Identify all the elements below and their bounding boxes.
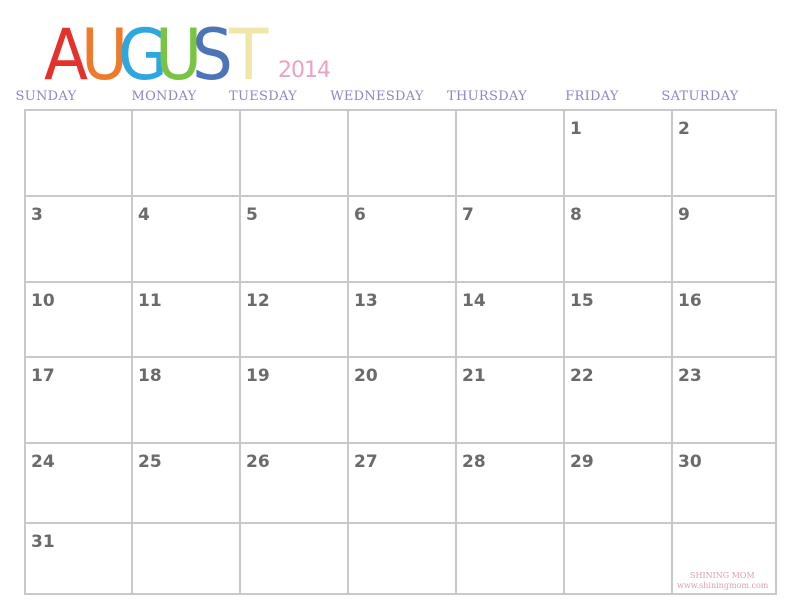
- day-number: 11: [138, 291, 162, 311]
- day-number: 17: [31, 366, 55, 386]
- day-number: 10: [31, 291, 55, 311]
- day-cell[interactable]: [133, 111, 241, 197]
- day-number: 14: [462, 291, 486, 311]
- day-cell[interactable]: [241, 111, 349, 197]
- day-number: 4: [138, 205, 150, 225]
- day-cell[interactable]: [457, 524, 565, 593]
- day-number: 27: [354, 452, 378, 472]
- day-cell[interactable]: 30: [673, 444, 775, 524]
- day-cell[interactable]: 24: [26, 444, 133, 524]
- weekday-label: FRIDAY: [565, 89, 619, 104]
- day-cell[interactable]: 11: [133, 283, 241, 358]
- month-title-letter: T: [229, 14, 269, 96]
- credit-url: www.shiningmom.com: [677, 581, 769, 590]
- day-cell[interactable]: 17: [26, 358, 133, 444]
- day-cell[interactable]: 20: [349, 358, 457, 444]
- day-cell[interactable]: [565, 524, 673, 593]
- day-number: 16: [678, 291, 702, 311]
- weekday-label: SUNDAY: [15, 89, 77, 104]
- day-cell[interactable]: 22: [565, 358, 673, 444]
- day-number: 18: [138, 366, 162, 386]
- day-cell[interactable]: 28: [457, 444, 565, 524]
- day-number: 15: [570, 291, 594, 311]
- day-number: 5: [246, 205, 258, 225]
- day-number: 22: [570, 366, 594, 386]
- month-title-letter: A: [44, 14, 89, 96]
- month-title-letter: U: [155, 14, 203, 96]
- day-cell[interactable]: 27: [349, 444, 457, 524]
- day-cell[interactable]: 5: [241, 197, 349, 283]
- day-number: 9: [678, 205, 690, 225]
- day-number: 13: [354, 291, 378, 311]
- day-cell[interactable]: 23: [673, 358, 775, 444]
- credit-brand: SHINING MOM: [690, 571, 755, 580]
- day-number: 26: [246, 452, 270, 472]
- day-number: 28: [462, 452, 486, 472]
- day-cell[interactable]: 10: [26, 283, 133, 358]
- day-number: 21: [462, 366, 486, 386]
- day-cell[interactable]: 18: [133, 358, 241, 444]
- day-number: 25: [138, 452, 162, 472]
- year-label: 2014: [278, 58, 331, 83]
- day-cell[interactable]: 8: [565, 197, 673, 283]
- day-cell[interactable]: 21: [457, 358, 565, 444]
- day-cell[interactable]: [133, 524, 241, 593]
- day-cell[interactable]: 15: [565, 283, 673, 358]
- day-cell[interactable]: 7: [457, 197, 565, 283]
- day-cell[interactable]: 16: [673, 283, 775, 358]
- weekday-header-row: SUNDAY MONDAY TUESDAY WEDNESDAY THURSDAY FRID…: [16, 89, 778, 107]
- day-cell[interactable]: 4: [133, 197, 241, 283]
- day-cell[interactable]: [457, 111, 565, 197]
- day-cell[interactable]: 2: [673, 111, 775, 197]
- day-number: 20: [354, 366, 378, 386]
- weekday-label: SATURDAY: [661, 89, 739, 104]
- day-cell[interactable]: 12: [241, 283, 349, 358]
- day-cell[interactable]: 26: [241, 444, 349, 524]
- day-number: 23: [678, 366, 702, 386]
- day-cell[interactable]: 14: [457, 283, 565, 358]
- weekday-label: THURSDAY: [447, 89, 527, 104]
- day-number: 29: [570, 452, 594, 472]
- day-cell[interactable]: 1: [565, 111, 673, 197]
- day-number: 3: [31, 205, 43, 225]
- day-number: 12: [246, 291, 270, 311]
- day-number: 2: [678, 119, 690, 139]
- day-number: 24: [31, 452, 55, 472]
- month-title-letter: G: [118, 14, 168, 96]
- month-title-letter: S: [192, 14, 233, 96]
- day-number: 31: [31, 532, 55, 552]
- day-number: 19: [246, 366, 270, 386]
- weekday-label: TUESDAY: [229, 89, 297, 104]
- day-cell[interactable]: [26, 111, 133, 197]
- day-cell[interactable]: 13: [349, 283, 457, 358]
- day-cell[interactable]: 19: [241, 358, 349, 444]
- day-cell[interactable]: 31: [26, 524, 133, 593]
- weekday-label: WEDNESDAY: [330, 89, 424, 104]
- day-cell[interactable]: 3: [26, 197, 133, 283]
- day-cell[interactable]: 25: [133, 444, 241, 524]
- day-cell[interactable]: 9: [673, 197, 775, 283]
- calendar-grid: 1 2 3 4 5 6 7 8 9 10 11 12 13 14 15 16 17 18 19 20 21 22 23 24 2…: [24, 109, 777, 595]
- day-cell[interactable]: [349, 524, 457, 593]
- month-title-letter: U: [81, 14, 129, 96]
- day-number: 1: [570, 119, 582, 139]
- day-number: 6: [354, 205, 366, 225]
- day-cell[interactable]: 6: [349, 197, 457, 283]
- weekday-label: MONDAY: [131, 89, 197, 104]
- day-number: 7: [462, 205, 474, 225]
- day-cell[interactable]: [241, 524, 349, 593]
- month-title: AUGUST: [44, 14, 269, 96]
- day-cell[interactable]: 29: [565, 444, 673, 524]
- day-number: 8: [570, 205, 582, 225]
- day-number: 30: [678, 452, 702, 472]
- day-cell[interactable]: [349, 111, 457, 197]
